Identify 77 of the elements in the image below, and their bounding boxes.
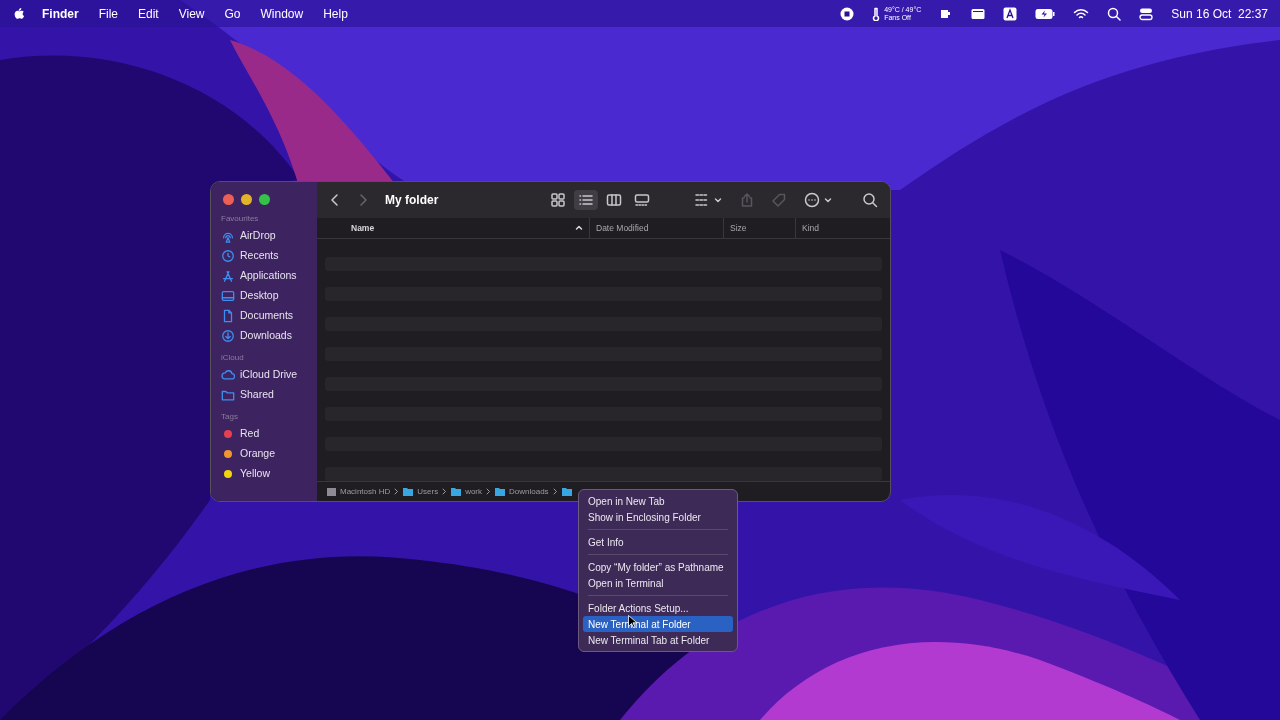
path-item[interactable]: Downloads xyxy=(509,485,549,498)
clock[interactable]: Sun 16 Oct 22:37 xyxy=(1171,4,1268,23)
sidebar-heading: iCloud xyxy=(221,353,245,363)
chevron-icon xyxy=(824,195,832,204)
chevron-right-icon xyxy=(486,488,492,496)
column-heading[interactable]: Size xyxy=(723,217,795,239)
sidebar-item[interactable]: Recents xyxy=(221,246,307,266)
window-title: My folder xyxy=(385,191,439,209)
sidebar-item[interactable]: Desktop xyxy=(221,286,307,306)
menu-item[interactable]: Help xyxy=(323,4,348,23)
sidebar-item[interactable]: Downloads xyxy=(221,326,307,346)
folder-icon xyxy=(495,487,506,497)
grid-icon xyxy=(550,191,566,208)
back-icon[interactable] xyxy=(329,192,341,207)
chevron-right-icon xyxy=(552,488,558,496)
minimize-button[interactable] xyxy=(241,194,252,205)
gallery-icon xyxy=(634,191,650,208)
document-icon xyxy=(221,309,235,323)
sidebar-item[interactable]: Orange xyxy=(221,444,307,464)
chevron-icon xyxy=(714,195,722,204)
control-center-icon[interactable] xyxy=(1139,6,1154,21)
column-heading[interactable]: Kind xyxy=(795,217,890,239)
sidebar-item[interactable]: AirDrop xyxy=(221,226,307,246)
path-item[interactable]: work xyxy=(465,485,483,498)
menu-item[interactable]: Edit xyxy=(138,4,159,23)
folder-icon xyxy=(403,487,414,497)
sidebar-item[interactable]: iCloud Drive xyxy=(221,365,307,385)
menu-item[interactable]: Go xyxy=(224,4,241,23)
sidebar-heading: Favourites xyxy=(221,214,260,224)
zoom-button[interactable] xyxy=(259,194,270,205)
close-button[interactable] xyxy=(223,194,234,205)
battery-icon[interactable] xyxy=(1035,7,1056,20)
window-icon[interactable] xyxy=(971,7,986,20)
sidebar-item[interactable]: Shared xyxy=(221,385,307,405)
menu-item[interactable]: Copy “My folder” as Pathname xyxy=(583,559,733,575)
folder-icon xyxy=(561,487,572,497)
app-menu[interactable]: Finder xyxy=(42,4,79,23)
menu-item[interactable]: Folder Actions Setup... xyxy=(583,600,733,616)
search-icon[interactable] xyxy=(1107,6,1122,21)
view-button[interactable] xyxy=(574,189,598,210)
group-icon xyxy=(694,192,710,207)
column-heading[interactable]: Name xyxy=(317,217,589,239)
sidebar-item[interactable]: Red xyxy=(221,424,307,444)
download-icon xyxy=(221,329,235,343)
apple-logo-icon[interactable] xyxy=(12,6,26,21)
search-icon[interactable] xyxy=(862,191,878,208)
path-item[interactable]: Users xyxy=(417,485,439,498)
desktop-icon xyxy=(221,289,235,303)
clock-icon xyxy=(221,249,235,263)
menu-item[interactable]: File xyxy=(98,4,118,23)
sidebar-heading: Tags xyxy=(221,412,239,422)
menu-item[interactable]: View xyxy=(178,4,205,23)
chevron-right-icon xyxy=(442,488,448,496)
group-button[interactable] xyxy=(694,192,722,207)
cloud-icon xyxy=(221,368,235,382)
sidebar-item[interactable]: Applications xyxy=(221,266,307,286)
record-icon[interactable] xyxy=(840,6,855,21)
menu-item[interactable]: Show in Enclosing Folder xyxy=(583,509,733,525)
chevron-right-icon xyxy=(394,488,400,496)
wifi-icon[interactable] xyxy=(1073,7,1090,20)
more-button[interactable] xyxy=(804,191,832,208)
column-heading[interactable]: Date Modified xyxy=(589,217,723,239)
forward-icon[interactable] xyxy=(357,192,369,207)
columns-icon xyxy=(606,191,622,208)
menu-item[interactable]: Open in Terminal xyxy=(583,575,733,591)
sidebar-item[interactable]: Yellow xyxy=(221,464,307,484)
menu-item[interactable]: Window xyxy=(260,4,304,23)
path-item[interactable]: Macintosh HD xyxy=(340,485,391,498)
shared-folder-icon xyxy=(221,388,235,402)
thermometer-icon[interactable] xyxy=(872,6,881,21)
menu-item[interactable]: Get Info xyxy=(583,534,733,550)
ellipsis-icon xyxy=(804,191,820,208)
menu-item[interactable]: Open in New Tab xyxy=(583,493,733,509)
apps-icon xyxy=(221,269,235,283)
sidebar-item[interactable]: Documents xyxy=(221,306,307,326)
folder-icon xyxy=(451,487,462,497)
menu-item[interactable]: New Terminal Tab at Folder xyxy=(583,632,733,648)
